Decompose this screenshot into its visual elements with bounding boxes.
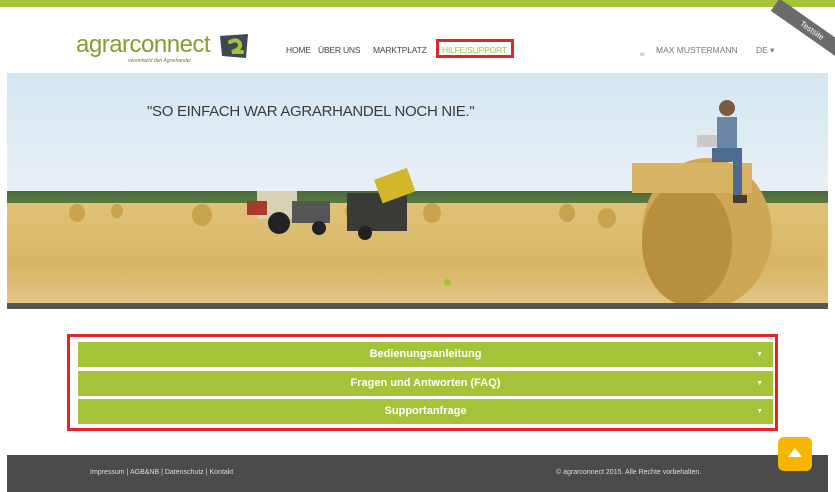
logo-tagline: vereinfacht den Agrarhandel (128, 58, 191, 64)
caret-down-icon: ▼ (756, 380, 763, 387)
accordion-label: Bedienungsanleitung (369, 348, 482, 360)
logo-agrar: agrar (76, 31, 130, 58)
accordion-label: Fragen und Antworten (FAQ) (350, 377, 501, 389)
logo-connect: connect (129, 31, 211, 58)
nav-ueber-uns[interactable]: ÜBER UNS (318, 45, 361, 55)
site-header: agrarconnect vereinfacht den Agrarhandel… (0, 0, 835, 73)
logo[interactable]: agrarconnect vereinfacht den Agrarhandel (76, 31, 256, 65)
site-footer: Impressum | AGB&NB | Datenschutz | Konta… (7, 455, 828, 492)
arrow-up-icon (788, 448, 802, 457)
footer-link-datenschutz[interactable]: Datenschutz (165, 469, 204, 476)
user-menu[interactable]: MAX MUSTERMANN (656, 45, 738, 55)
user-tag: AI (640, 52, 645, 58)
slider-dot[interactable] (444, 279, 451, 286)
caret-down-icon: ▼ (756, 351, 763, 358)
footer-links: Impressum | AGB&NB | Datenschutz | Konta… (90, 469, 233, 476)
top-accent-bar (0, 0, 835, 7)
hay-bales-distant (69, 203, 616, 228)
footer-copyright: © agrarconnect 2015. Alle Rechte vorbeha… (556, 469, 702, 476)
hero-bottom-bar (7, 303, 828, 309)
scroll-to-top-button[interactable] (778, 437, 812, 471)
hero-banner: "SO EINFACH WAR AGRARHANDEL NOCH NIE." (7, 73, 828, 308)
language-selector[interactable]: DE ▾ (756, 45, 774, 56)
logo-wordmark: agrarconnect (76, 31, 211, 59)
accordion-bedienungsanleitung[interactable]: Bedienungsanleitung ▼ (78, 342, 773, 367)
accordion-faq[interactable]: Fragen und Antworten (FAQ) ▼ (78, 371, 773, 396)
hero-quote: "SO EINFACH WAR AGRARHANDEL NOCH NIE." (147, 103, 475, 120)
nav-marktplatz[interactable]: MARKTPLATZ (373, 45, 427, 55)
footer-link-kontakt[interactable]: Kontakt (210, 469, 234, 476)
accordion-supportanfrage[interactable]: Supportanfrage ▼ (78, 399, 773, 424)
test-ribbon: Testsite (770, 0, 835, 63)
nav-home[interactable]: HOME (286, 45, 311, 55)
large-hay-bale (632, 158, 772, 308)
tractor-icon (247, 191, 330, 235)
support-highlight-frame (436, 39, 514, 58)
footer-link-impressum[interactable]: Impressum (90, 469, 125, 476)
baler-icon (347, 167, 416, 240)
caret-down-icon: ▼ (756, 408, 763, 415)
accordion-label: Supportanfrage (384, 405, 467, 417)
logo-mark-icon (220, 34, 248, 58)
footer-link-agb[interactable]: AGB&NB (130, 469, 159, 476)
